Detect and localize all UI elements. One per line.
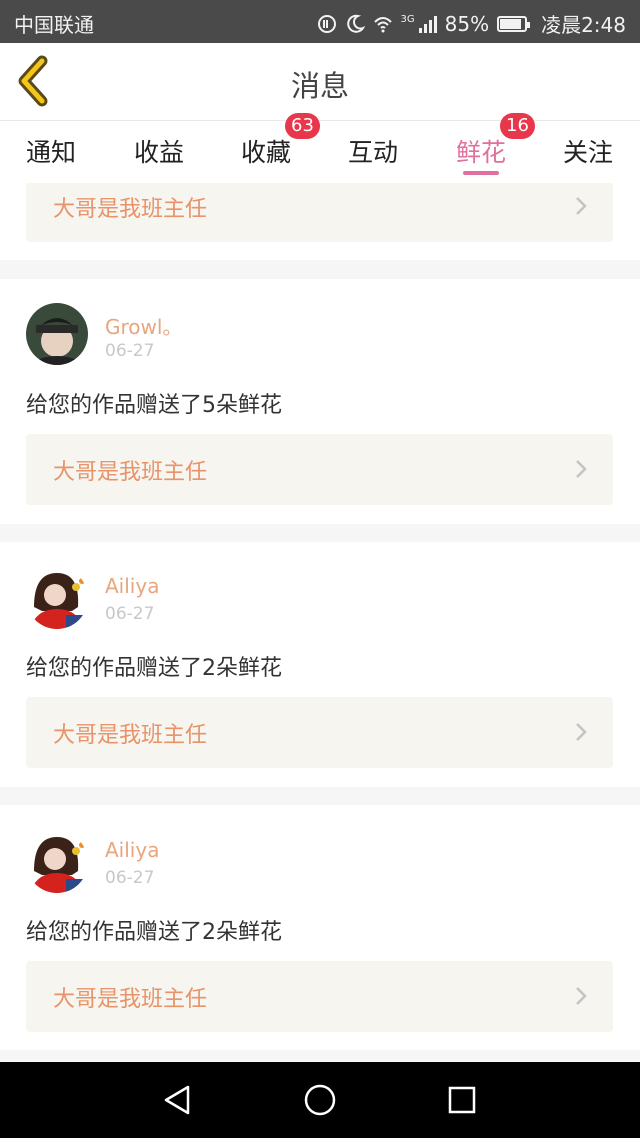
status-bar: 中国联通 3G 85% 凌晨2:48 <box>0 0 640 43</box>
wifi-icon <box>373 16 392 32</box>
tab-bar: 通知 收益 收藏 互动 鲜花 关注 63 16 <box>0 113 640 183</box>
tab-interaction[interactable]: 互动 <box>333 133 413 169</box>
network-type-label: 3G <box>400 14 415 25</box>
tab-label: 鲜花 <box>455 138 506 167</box>
work-title: 大哥是我班主任 <box>53 987 208 1012</box>
triangle-back-icon[interactable] <box>160 1082 196 1118</box>
tab-label: 通知 <box>25 138 76 167</box>
message-date: 06-27 <box>105 341 155 361</box>
username[interactable]: Ailiya <box>105 838 159 862</box>
work-title: 大哥是我班主任 <box>53 197 208 222</box>
message-text: 给您的作品赠送了2朵鲜花 <box>26 656 282 681</box>
status-icons: 3G 85% 凌晨2:48 <box>317 9 626 38</box>
list-item: Ailiya 06-27 给您的作品赠送了2朵鲜花 大哥是我班主任 <box>0 542 640 787</box>
data-saver-icon <box>317 14 336 33</box>
list-item: Ailiya 06-27 给您的作品赠送了2朵鲜花 大哥是我班主任 <box>0 805 640 1050</box>
tab-notice[interactable]: 通知 <box>11 133 91 169</box>
signal-icon <box>418 15 437 33</box>
tab-label: 关注 <box>562 138 613 167</box>
chevron-right-icon <box>576 460 587 478</box>
message-text: 给您的作品赠送了5朵鲜花 <box>26 393 282 418</box>
moon-icon <box>346 14 365 33</box>
title-bar: 消息 <box>0 43 640 121</box>
message-date: 06-27 <box>105 604 155 624</box>
chevron-right-icon <box>576 197 587 215</box>
chevron-right-icon <box>576 987 587 1005</box>
chevron-right-icon <box>576 723 587 741</box>
tab-follow[interactable]: 关注 <box>548 133 628 169</box>
list-item: Growl。 06-27 给您的作品赠送了5朵鲜花 大哥是我班主任 <box>0 279 640 524</box>
tab-label: 收藏 <box>240 138 291 167</box>
work-link[interactable]: 大哥是我班主任 <box>26 697 613 768</box>
favorites-badge: 63 <box>285 113 320 139</box>
message-list: 大哥是我班主任 Growl。 06-27 给您的作品赠送了5朵鲜花 大哥是我班主… <box>0 183 640 1063</box>
circle-home-icon[interactable] <box>302 1082 338 1118</box>
tab-label: 互动 <box>347 138 398 167</box>
carrier-label: 中国联通 <box>14 13 94 37</box>
avatar[interactable] <box>26 567 88 629</box>
avatar[interactable] <box>26 303 88 365</box>
system-nav-bar <box>0 1062 640 1138</box>
work-link[interactable]: 大哥是我班主任 <box>26 183 613 242</box>
battery-icon <box>497 15 531 32</box>
message-text: 给您的作品赠送了2朵鲜花 <box>26 920 282 945</box>
flowers-badge: 16 <box>500 113 535 139</box>
page-title: 消息 <box>290 69 349 103</box>
battery-percent: 85% <box>444 11 490 36</box>
work-title: 大哥是我班主任 <box>53 723 208 748</box>
work-title: 大哥是我班主任 <box>53 460 208 485</box>
tab-earnings[interactable]: 收益 <box>119 133 199 169</box>
username[interactable]: Ailiya <box>105 574 159 598</box>
avatar[interactable] <box>26 831 88 893</box>
list-item: 大哥是我班主任 <box>0 183 640 260</box>
message-date: 06-27 <box>105 868 155 888</box>
square-recents-icon[interactable] <box>444 1082 480 1118</box>
username[interactable]: Growl。 <box>105 311 182 340</box>
clock: 凌晨2:48 <box>541 13 626 37</box>
work-link[interactable]: 大哥是我班主任 <box>26 961 613 1032</box>
tab-label: 收益 <box>133 138 184 167</box>
work-link[interactable]: 大哥是我班主任 <box>26 434 613 505</box>
active-tab-indicator <box>463 171 499 175</box>
